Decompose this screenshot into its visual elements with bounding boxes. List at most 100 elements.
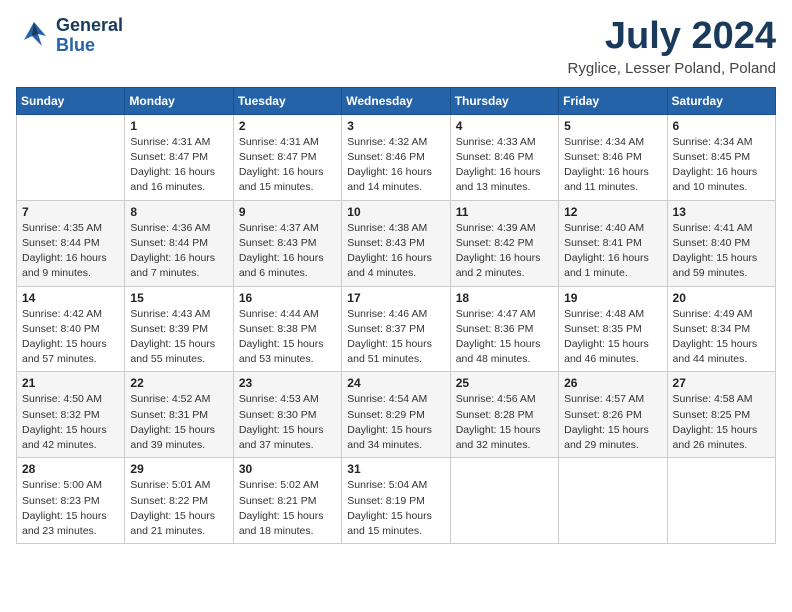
day-number: 9	[239, 205, 336, 219]
day-number: 18	[456, 291, 553, 305]
calendar-cell: 6 Sunrise: 4:34 AM Sunset: 8:45 PM Daylig…	[667, 114, 775, 200]
day-number: 5	[564, 119, 661, 133]
calendar-week-row: 14 Sunrise: 4:42 AM Sunset: 8:40 PM Dayli…	[17, 286, 776, 372]
calendar-cell: 12 Sunrise: 4:40 AM Sunset: 8:41 PM Dayli…	[559, 200, 667, 286]
day-number: 17	[347, 291, 444, 305]
col-header-monday: Monday	[125, 87, 233, 114]
day-number: 6	[673, 119, 770, 133]
logo: General Blue	[16, 16, 123, 56]
day-number: 23	[239, 376, 336, 390]
calendar-week-row: 21 Sunrise: 4:50 AM Sunset: 8:32 PM Dayli…	[17, 372, 776, 458]
day-info: Sunrise: 4:37 AM Sunset: 8:43 PM Dayligh…	[239, 221, 336, 282]
calendar-cell	[17, 114, 125, 200]
day-number: 21	[22, 376, 119, 390]
day-info: Sunrise: 4:40 AM Sunset: 8:41 PM Dayligh…	[564, 221, 661, 282]
calendar-cell: 30 Sunrise: 5:02 AM Sunset: 8:21 PM Dayli…	[233, 458, 341, 544]
calendar-cell: 5Sunrise: 4:34 AM Sunset: 8:46 PM Daylig…	[559, 114, 667, 200]
day-number: 30	[239, 462, 336, 476]
day-number: 31	[347, 462, 444, 476]
day-info: Sunrise: 5:04 AM Sunset: 8:19 PM Dayligh…	[347, 478, 444, 539]
day-info: Sunrise: 4:42 AM Sunset: 8:40 PM Dayligh…	[22, 307, 119, 368]
day-info: Sunrise: 4:58 AM Sunset: 8:25 PM Dayligh…	[673, 392, 770, 453]
calendar-cell: 21 Sunrise: 4:50 AM Sunset: 8:32 PM Dayli…	[17, 372, 125, 458]
day-number: 16	[239, 291, 336, 305]
logo-text: General Blue	[56, 16, 123, 56]
day-info: Sunrise: 4:31 AM Sunset: 8:47 PM Dayligh…	[130, 135, 227, 196]
calendar-cell: 17 Sunrise: 4:46 AM Sunset: 8:37 PM Dayli…	[342, 286, 450, 372]
calendar-cell	[559, 458, 667, 544]
day-info: Sunrise: 5:01 AM Sunset: 8:22 PM Dayligh…	[130, 478, 227, 539]
logo-icon	[16, 18, 52, 54]
day-number: 7	[22, 205, 119, 219]
location: Ryglice, Lesser Poland, Poland	[568, 60, 776, 77]
calendar-cell: 20 Sunrise: 4:49 AM Sunset: 8:34 PM Dayli…	[667, 286, 775, 372]
page-header: General Blue July 2024 Ryglice, Lesser P…	[16, 16, 776, 77]
calendar-cell: 4 Sunrise: 4:33 AM Sunset: 8:46 PM Daylig…	[450, 114, 558, 200]
day-number: 24	[347, 376, 444, 390]
calendar-cell: 11Sunrise: 4:39 AM Sunset: 8:42 PM Dayli…	[450, 200, 558, 286]
day-info: Sunrise: 4:39 AM Sunset: 8:42 PM Dayligh…	[456, 221, 553, 282]
calendar-cell: 26 Sunrise: 4:57 AM Sunset: 8:26 PM Dayli…	[559, 372, 667, 458]
calendar-cell: 2 Sunrise: 4:31 AM Sunset: 8:47 PM Daylig…	[233, 114, 341, 200]
day-info: Sunrise: 4:38 AM Sunset: 8:43 PM Dayligh…	[347, 221, 444, 282]
day-number: 12	[564, 205, 661, 219]
col-header-friday: Friday	[559, 87, 667, 114]
title-block: July 2024 Ryglice, Lesser Poland, Poland	[568, 16, 776, 77]
day-number: 19	[564, 291, 661, 305]
calendar-week-row: 7 Sunrise: 4:35 AM Sunset: 8:44 PM Daylig…	[17, 200, 776, 286]
calendar-week-row: 1 Sunrise: 4:31 AM Sunset: 8:47 PM Daylig…	[17, 114, 776, 200]
calendar-cell: 31 Sunrise: 5:04 AM Sunset: 8:19 PM Dayli…	[342, 458, 450, 544]
col-header-tuesday: Tuesday	[233, 87, 341, 114]
day-number: 1	[130, 119, 227, 133]
day-number: 15	[130, 291, 227, 305]
col-header-saturday: Saturday	[667, 87, 775, 114]
calendar-cell: 27Sunrise: 4:58 AM Sunset: 8:25 PM Dayli…	[667, 372, 775, 458]
calendar-header-row: SundayMondayTuesdayWednesdayThursdayFrid…	[17, 87, 776, 114]
day-info: Sunrise: 4:44 AM Sunset: 8:38 PM Dayligh…	[239, 307, 336, 368]
day-info: Sunrise: 4:50 AM Sunset: 8:32 PM Dayligh…	[22, 392, 119, 453]
day-number: 20	[673, 291, 770, 305]
day-info: Sunrise: 4:33 AM Sunset: 8:46 PM Dayligh…	[456, 135, 553, 196]
day-info: Sunrise: 4:43 AM Sunset: 8:39 PM Dayligh…	[130, 307, 227, 368]
calendar-cell: 19 Sunrise: 4:48 AM Sunset: 8:35 PM Dayli…	[559, 286, 667, 372]
day-number: 14	[22, 291, 119, 305]
day-info: Sunrise: 4:54 AM Sunset: 8:29 PM Dayligh…	[347, 392, 444, 453]
calendar-cell: 10 Sunrise: 4:38 AM Sunset: 8:43 PM Dayli…	[342, 200, 450, 286]
day-number: 28	[22, 462, 119, 476]
day-info: Sunrise: 4:46 AM Sunset: 8:37 PM Dayligh…	[347, 307, 444, 368]
day-number: 4	[456, 119, 553, 133]
day-number: 2	[239, 119, 336, 133]
day-number: 3	[347, 119, 444, 133]
day-info: Sunrise: 4:32 AM Sunset: 8:46 PM Dayligh…	[347, 135, 444, 196]
col-header-wednesday: Wednesday	[342, 87, 450, 114]
day-number: 22	[130, 376, 227, 390]
calendar-week-row: 28Sunrise: 5:00 AM Sunset: 8:23 PM Dayli…	[17, 458, 776, 544]
calendar-cell: 14 Sunrise: 4:42 AM Sunset: 8:40 PM Dayli…	[17, 286, 125, 372]
day-number: 26	[564, 376, 661, 390]
day-info: Sunrise: 4:56 AM Sunset: 8:28 PM Dayligh…	[456, 392, 553, 453]
day-info: Sunrise: 5:02 AM Sunset: 8:21 PM Dayligh…	[239, 478, 336, 539]
calendar-cell: 29 Sunrise: 5:01 AM Sunset: 8:22 PM Dayli…	[125, 458, 233, 544]
month-title: July 2024	[568, 16, 776, 58]
calendar-cell: 22 Sunrise: 4:52 AM Sunset: 8:31 PM Dayli…	[125, 372, 233, 458]
calendar-cell: 23 Sunrise: 4:53 AM Sunset: 8:30 PM Dayli…	[233, 372, 341, 458]
calendar-cell: 3 Sunrise: 4:32 AM Sunset: 8:46 PM Daylig…	[342, 114, 450, 200]
day-info: Sunrise: 4:57 AM Sunset: 8:26 PM Dayligh…	[564, 392, 661, 453]
day-info: Sunrise: 4:47 AM Sunset: 8:36 PM Dayligh…	[456, 307, 553, 368]
day-info: Sunrise: 4:34 AM Sunset: 8:45 PM Dayligh…	[673, 135, 770, 196]
day-info: Sunrise: 4:48 AM Sunset: 8:35 PM Dayligh…	[564, 307, 661, 368]
day-info: Sunrise: 4:49 AM Sunset: 8:34 PM Dayligh…	[673, 307, 770, 368]
day-info: Sunrise: 4:31 AM Sunset: 8:47 PM Dayligh…	[239, 135, 336, 196]
day-number: 13	[673, 205, 770, 219]
calendar-cell: 9 Sunrise: 4:37 AM Sunset: 8:43 PM Daylig…	[233, 200, 341, 286]
day-number: 10	[347, 205, 444, 219]
calendar-table: SundayMondayTuesdayWednesdayThursdayFrid…	[16, 87, 776, 544]
day-info: Sunrise: 4:52 AM Sunset: 8:31 PM Dayligh…	[130, 392, 227, 453]
day-info: Sunrise: 4:35 AM Sunset: 8:44 PM Dayligh…	[22, 221, 119, 282]
col-header-sunday: Sunday	[17, 87, 125, 114]
day-info: Sunrise: 4:53 AM Sunset: 8:30 PM Dayligh…	[239, 392, 336, 453]
day-number: 25	[456, 376, 553, 390]
calendar-cell: 15 Sunrise: 4:43 AM Sunset: 8:39 PM Dayli…	[125, 286, 233, 372]
day-number: 29	[130, 462, 227, 476]
calendar-cell: 8Sunrise: 4:36 AM Sunset: 8:44 PM Daylig…	[125, 200, 233, 286]
